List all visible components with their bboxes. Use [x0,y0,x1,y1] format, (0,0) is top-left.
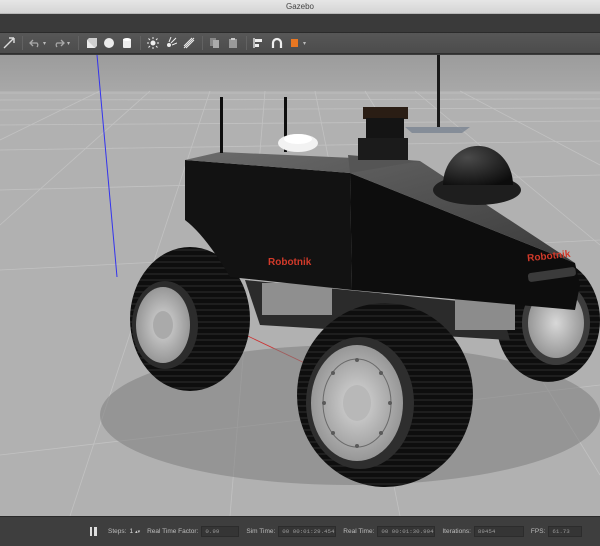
toolbar-separator [22,36,23,50]
window-titlebar: Gazebo [0,0,600,14]
scene-render: Robotnik Robotnik [0,55,600,516]
lidar-base [358,138,408,160]
side-logo: Robotnik [268,257,312,268]
pole [437,55,440,127]
real-time-label: Real Time: [343,528,375,535]
toolbar-separator [246,36,248,50]
steps-value: 1 [129,528,134,535]
iterations-label: Iterations: [442,528,471,535]
copy-icon[interactable] [208,36,222,50]
menubar [0,14,600,33]
pole-shadow [405,127,470,133]
color-dropdown-icon[interactable]: ▾ [303,40,306,47]
iterations-value: 89454 [473,526,524,537]
arrow-icon[interactable] [2,36,16,50]
align-icon[interactable] [252,36,266,50]
fps-label: FPS: [530,528,546,535]
pause-icon [89,527,92,536]
horizon [0,55,600,91]
lidar-top [363,107,408,119]
gps-antenna-top [284,134,312,144]
suspension-left [262,283,332,315]
real-time-factor-label: Real Time Factor: [147,528,199,535]
redo-icon[interactable] [52,36,66,50]
toolbar: ▾ ▾ ▾ [0,33,600,54]
steps-label: Steps: [108,528,127,535]
toolbar-separator [78,36,80,50]
sphere-icon[interactable] [102,36,116,50]
pause-button[interactable] [86,525,100,539]
fps-value: 61.73 [548,526,583,537]
front-left-wheel [297,303,473,487]
lidar-body [366,118,404,140]
point-light-icon[interactable] [164,36,178,50]
paste-icon[interactable] [226,36,240,50]
window-title: Gazebo [285,2,315,11]
status-bar: Steps: 1 ▴▾ Real Time Factor: 0.99 Sim T… [0,516,600,546]
steps-spinbox[interactable]: 1 ▴▾ [129,528,140,535]
scene-viewport[interactable]: Robotnik Robotnik [0,55,600,516]
toolbar-separator [140,36,142,50]
snap-icon[interactable] [270,36,284,50]
sun-icon[interactable] [146,36,160,50]
color-icon[interactable] [288,36,302,50]
real-time-factor-value: 0.99 [201,526,240,537]
real-time-value: 00 00:01:30.904 [377,526,436,537]
antenna-left [220,97,223,153]
undo-dropdown-icon[interactable]: ▾ [43,40,46,47]
spot-light-icon[interactable] [182,36,196,50]
box-icon[interactable] [84,36,98,50]
redo-dropdown-icon[interactable]: ▾ [67,40,70,47]
sim-time-value: 00 00:01:29.454 [278,526,337,537]
cylinder-icon[interactable] [120,36,134,50]
steps-arrow-icon[interactable]: ▴▾ [135,529,140,535]
toolbar-separator [202,36,204,50]
undo-icon[interactable] [28,36,42,50]
sim-time-label: Sim Time: [246,528,276,535]
